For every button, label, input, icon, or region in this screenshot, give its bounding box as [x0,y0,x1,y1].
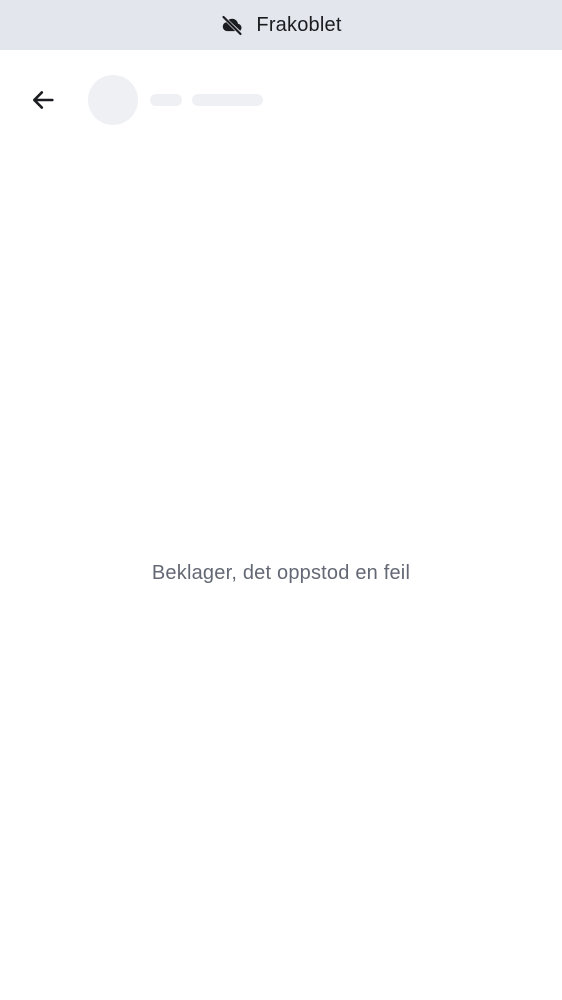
offline-banner: Frakoblet [0,0,562,50]
conversation-header [0,50,562,150]
arrow-left-icon [32,91,54,109]
error-message: Beklager, det oppstod en feil [151,562,411,584]
avatar-placeholder [88,75,138,125]
subtitle-placeholder [192,94,263,106]
cloud-off-icon [220,13,244,37]
back-button[interactable] [18,75,68,125]
chat-screen: Frakoblet Beklager, det oppstod en feil [0,0,562,1000]
name-placeholder [150,94,182,106]
offline-status-label: Frakoblet [256,13,342,36]
